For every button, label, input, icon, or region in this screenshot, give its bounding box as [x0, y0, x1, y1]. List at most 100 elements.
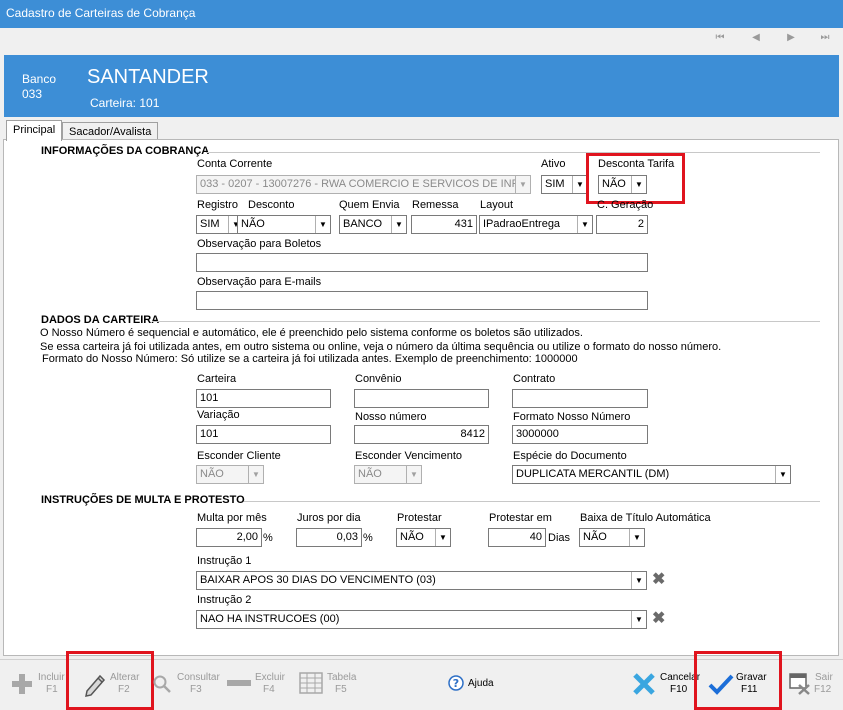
carteira-desc-1: O Nosso Número é sequencial e automático… [40, 327, 583, 339]
next-record-icon[interactable]: ▶ [784, 31, 798, 45]
tabela-label: Tabela [327, 672, 357, 683]
highlight-alterar [66, 651, 154, 710]
cancel-x-icon [633, 673, 655, 695]
bank-label: Banco [22, 72, 57, 86]
carteira-header: Carteira: 101 [90, 96, 160, 110]
last-record-icon[interactable]: ⏭ [818, 31, 832, 45]
incluir-button[interactable]: Incluir F1 [8, 670, 68, 702]
excluir-label: Excluir [255, 672, 286, 683]
c-geracao-input[interactable]: 2 [596, 215, 648, 234]
tab-sacador-avalista[interactable]: Sacador/Avalista [62, 122, 158, 140]
ativo-value: SIM [545, 178, 565, 190]
nosso-numero-input[interactable]: 8412 [354, 425, 489, 444]
protestar-em-label: Protestar em [489, 512, 552, 524]
ativo-label: Ativo [541, 158, 566, 170]
section-divider [206, 152, 820, 153]
incluir-key: F1 [46, 684, 58, 695]
esconder-venc-select[interactable]: NÃO ▼ [354, 465, 422, 484]
consultar-label: Consultar [177, 672, 220, 683]
cancelar-key: F10 [670, 684, 688, 695]
desconto-value: NÃO [241, 218, 265, 230]
especie-label: Espécie do Documento [513, 450, 627, 462]
record-nav-bar: ⏮ ◀ ▶ ⏭ [0, 28, 843, 50]
excluir-button[interactable]: Excluir F4 [224, 670, 290, 702]
chevron-down-icon: ▼ [315, 216, 330, 233]
especie-select[interactable]: DUPLICATA MERCANTIL (DM) ▼ [512, 465, 791, 484]
obs-boletos-input[interactable] [196, 253, 648, 272]
highlight-desconta-tarifa [586, 153, 685, 204]
multa-mes-input[interactable]: 2,00 [196, 528, 262, 547]
multa-mes-suffix: % [263, 532, 273, 544]
incluir-label: Incluir [38, 672, 65, 683]
multa-mes-label: Multa por mês [197, 512, 267, 524]
section-divider [152, 321, 820, 322]
section-divider [244, 501, 820, 502]
clear-instrucao2-icon[interactable]: ✖ [652, 611, 665, 627]
conta-corrente-label: Conta Corrente [197, 158, 273, 170]
juros-dia-input[interactable]: 0,03 [296, 528, 362, 547]
quem-envia-value: BANCO [343, 218, 383, 230]
obs-boletos-label: Observação para Boletos [197, 238, 322, 250]
prev-record-icon[interactable]: ◀ [749, 31, 763, 45]
layout-value: IPadraoEntrega [483, 218, 561, 230]
convenio-label: Convênio [355, 373, 402, 385]
chevron-down-icon: ▼ [631, 572, 646, 589]
baixa-select[interactable]: NÃO ▼ [579, 528, 645, 547]
registro-label: Registro [197, 199, 238, 211]
carteira-label: Carteira [197, 373, 237, 385]
obs-emails-label: Observação para E-mails [197, 276, 322, 288]
instrucao1-label: Instrução 1 [197, 555, 252, 567]
formato-input[interactable]: 3000000 [512, 425, 648, 444]
consultar-key: F3 [190, 684, 202, 695]
baixa-value: NÃO [583, 531, 607, 543]
instrucao1-select[interactable]: BAIXAR APOS 30 DIAS DO VENCIMENTO (03) ▼ [196, 571, 647, 590]
quem-envia-select[interactable]: BANCO ▼ [339, 215, 407, 234]
svg-text:?: ? [453, 677, 459, 690]
sair-key: F12 [814, 684, 832, 695]
excluir-key: F4 [263, 684, 275, 695]
section-dados-carteira: DADOS DA CARTEIRA [41, 314, 160, 326]
tabela-key: F5 [335, 684, 347, 695]
first-record-icon[interactable]: ⏮ [713, 31, 727, 45]
remessa-input[interactable]: 431 [411, 215, 477, 234]
sair-label: Sair [815, 672, 833, 683]
sair-button[interactable]: Sair F12 [788, 670, 838, 702]
contrato-input[interactable] [512, 389, 648, 408]
layout-select[interactable]: IPadraoEntrega ▼ [479, 215, 593, 234]
protestar-em-input[interactable]: 40 [488, 528, 546, 547]
cancelar-button[interactable]: Cancelar F10 [630, 670, 700, 702]
esconder-cliente-label: Esconder Cliente [197, 450, 281, 462]
obs-emails-input[interactable] [196, 291, 648, 310]
carteira-input[interactable]: 101 [196, 389, 331, 408]
consultar-button[interactable]: Consultar F3 [150, 670, 220, 702]
chevron-down-icon: ▼ [435, 529, 450, 546]
protestar-em-suffix: Dias [548, 532, 571, 544]
instrucao2-select[interactable]: NAO HA INSTRUCOES (00) ▼ [196, 610, 647, 629]
instrucao2-label: Instrução 2 [197, 594, 252, 606]
ajuda-button[interactable]: ? Ajuda [448, 675, 508, 707]
desconto-select[interactable]: NÃO ▼ [237, 215, 331, 234]
clear-instrucao1-icon[interactable]: ✖ [652, 572, 665, 588]
tabela-button[interactable]: Tabela F5 [298, 670, 358, 702]
highlight-gravar [694, 651, 782, 710]
variacao-input[interactable]: 101 [196, 425, 331, 444]
carteira-desc-3: Formato do Nosso Número: Só utilize se a… [42, 353, 578, 365]
variacao-label: Variação [197, 409, 240, 421]
remessa-label: Remessa [412, 199, 459, 211]
desconto-label: Desconto [248, 199, 295, 211]
window-title: Cadastro de Carteiras de Cobrança [0, 0, 843, 28]
minus-icon [227, 680, 251, 686]
protestar-select[interactable]: NÃO ▼ [396, 528, 451, 547]
plus-icon [12, 674, 32, 694]
tab-principal[interactable]: Principal [6, 120, 62, 141]
layout-label: Layout [480, 199, 514, 211]
conta-corrente-value: 033 - 0207 - 13007276 - RWA COMERCIO E S… [200, 178, 527, 190]
help-icon: ? [448, 675, 464, 691]
conta-corrente-select[interactable]: 033 - 0207 - 13007276 - RWA COMERCIO E S… [196, 175, 531, 194]
convenio-input[interactable] [354, 389, 489, 408]
chevron-down-icon: ▼ [775, 466, 790, 483]
instrucao2-value: NAO HA INSTRUCOES (00) [200, 613, 340, 625]
esconder-cliente-select[interactable]: NÃO ▼ [196, 465, 264, 484]
instrucao1-value: BAIXAR APOS 30 DIAS DO VENCIMENTO (03) [200, 574, 436, 586]
ativo-select[interactable]: SIM ▼ [541, 175, 588, 194]
